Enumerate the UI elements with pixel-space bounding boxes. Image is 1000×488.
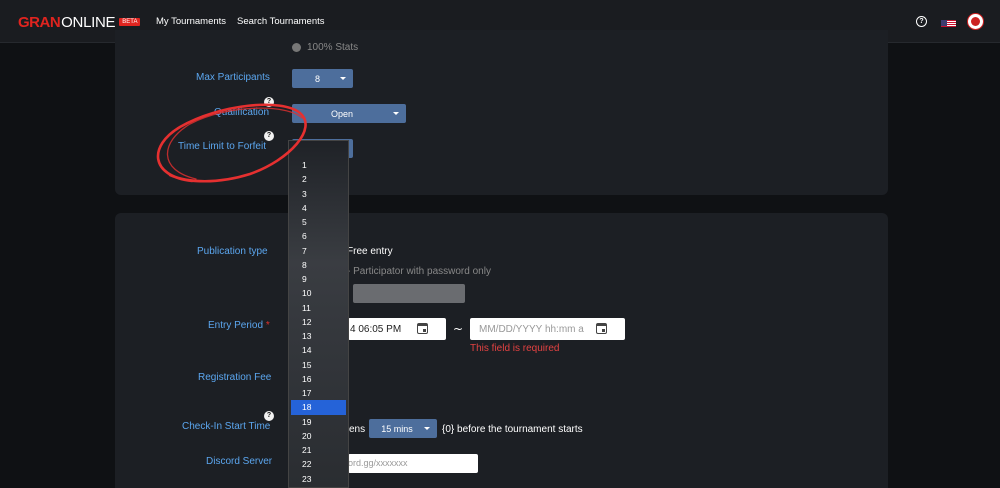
logo-gran-text: GRAN (18, 13, 61, 31)
us-flag-icon[interactable] (941, 16, 956, 27)
radio-icon (292, 43, 301, 52)
entry-period-label: Entry Period * (208, 320, 270, 331)
dropdown-option[interactable]: 16 (289, 372, 348, 386)
entry-end-input[interactable]: MM/DD/YYYY hh:mm a (470, 318, 625, 340)
discord-url-input[interactable]: ord.gg/xxxxxxx (348, 454, 478, 473)
discord-server-label: Discord Server (206, 456, 273, 467)
dropdown-options: 1 2 3 4 5 6 7 8 9 10 11 12 13 14 15 16 17 18 19 20 21 22 23 (289, 158, 348, 486)
entry-end-placeholder: MM/DD/YYYY hh:mm a (479, 323, 584, 335)
qualification-value: Open (330, 108, 354, 119)
beta-badge: BETA (119, 18, 141, 26)
user-avatar[interactable] (967, 13, 984, 30)
dropdown-option[interactable]: 7 (289, 244, 348, 258)
chevron-down-icon (424, 427, 430, 430)
nav-my-tournaments[interactable]: My Tournaments (156, 16, 226, 27)
publication-type-label: Publication type (197, 246, 268, 257)
chevron-down-icon (393, 112, 399, 115)
stats-radio-option[interactable]: 100% Stats (292, 42, 358, 53)
dropdown-option[interactable]: 19 (289, 415, 348, 429)
checkin-help-icon[interactable]: ? (264, 411, 274, 421)
entry-end-error: This field is required (470, 343, 560, 354)
required-mark: * (265, 320, 270, 331)
password-entry-option[interactable]: - Participator with password only (347, 266, 491, 277)
nav-search-tournaments[interactable]: Search Tournaments (237, 16, 325, 27)
discord-url-placeholder: ord.gg/xxxxxxx (348, 458, 408, 468)
dropdown-option[interactable]: 23 (289, 472, 348, 486)
entry-start-input[interactable]: 4 06:05 PM (348, 318, 446, 340)
dropdown-option[interactable]: 12 (289, 315, 348, 329)
gran-online-logo[interactable]: GRAN ONLINE BETA (18, 13, 141, 31)
avatar-logo-icon (971, 17, 980, 26)
dropdown-option[interactable]: 6 (289, 229, 348, 243)
logo-online-text: ONLINE (61, 13, 116, 31)
dropdown-option[interactable]: 1 (289, 158, 348, 172)
max-participants-label: Max Participants (196, 72, 270, 83)
time-limit-dropdown-list[interactable]: 1 2 3 4 5 6 7 8 9 10 11 12 13 14 15 16 17 18 19 20 21 22 23 (288, 140, 349, 488)
qualification-select[interactable]: Open (292, 104, 406, 123)
entry-start-value: 4 06:05 PM (350, 323, 402, 335)
calendar-icon[interactable] (596, 323, 607, 334)
checkin-start-label: Check-In Start Time (182, 421, 271, 432)
dropdown-option[interactable]: 8 (289, 258, 348, 272)
calendar-icon[interactable] (417, 323, 428, 334)
qualification-help-icon[interactable]: ? (264, 97, 274, 107)
dropdown-option[interactable]: 15 (289, 358, 348, 372)
dropdown-option[interactable]: 11 (289, 301, 348, 315)
dropdown-option[interactable]: 2 (289, 172, 348, 186)
time-limit-label: Time Limit to Forfeit (178, 141, 266, 152)
chevron-down-icon (340, 77, 346, 80)
password-input[interactable] (353, 284, 465, 303)
checkin-time-select[interactable]: 15 mins (369, 419, 437, 438)
free-entry-option[interactable]: Free entry (347, 246, 393, 257)
max-participants-value: 8 (314, 73, 320, 84)
dropdown-option[interactable]: 13 (289, 329, 348, 343)
time-limit-help-icon[interactable]: ? (264, 131, 274, 141)
dropdown-option[interactable]: 9 (289, 272, 348, 286)
dropdown-option[interactable]: 5 (289, 215, 348, 229)
stats-option-label: 100% Stats (307, 42, 359, 53)
max-participants-select[interactable]: 8 (292, 69, 353, 88)
dropdown-option-selected[interactable]: 18 (291, 400, 346, 415)
dropdown-option[interactable]: 21 (289, 443, 348, 457)
checkin-time-value: 15 mins (381, 423, 413, 434)
dropdown-option[interactable]: 3 (289, 187, 348, 201)
checkin-suffix-text: {0} before the tournament starts (442, 424, 583, 435)
dropdown-option[interactable]: 20 (289, 429, 348, 443)
registration-fee-label: Registration Fee (198, 372, 272, 383)
dropdown-option[interactable]: 4 (289, 201, 348, 215)
range-separator: ~ (453, 322, 464, 336)
checkin-prefix-text: ens (349, 424, 366, 435)
help-icon[interactable]: ? (916, 16, 927, 27)
qualification-label: Qualification (214, 107, 270, 118)
dropdown-option[interactable]: 17 (289, 386, 348, 400)
entry-period-text: Entry Period (208, 320, 264, 331)
dropdown-option[interactable]: 22 (289, 457, 348, 471)
dropdown-option[interactable]: 10 (289, 286, 348, 300)
dropdown-option[interactable]: 14 (289, 343, 348, 357)
